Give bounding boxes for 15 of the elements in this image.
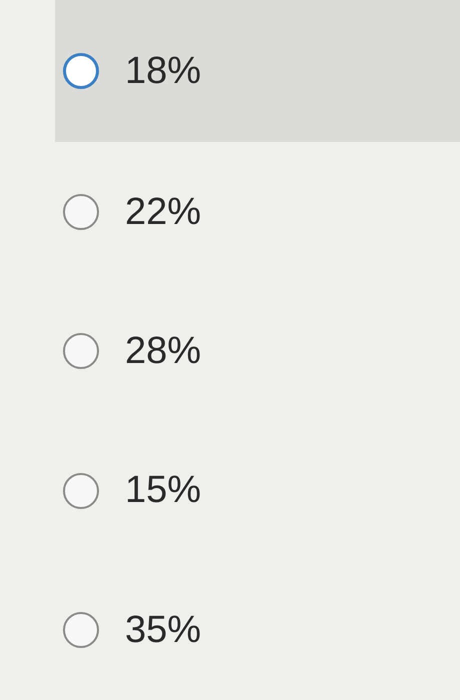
option-label: 15% bbox=[125, 469, 202, 512]
answer-option[interactable]: 18% bbox=[55, 0, 460, 142]
option-label: 28% bbox=[125, 330, 202, 373]
option-label: 35% bbox=[125, 608, 202, 652]
option-label: 18% bbox=[125, 50, 202, 93]
radio-button[interactable] bbox=[63, 333, 99, 370]
option-label: 22% bbox=[125, 190, 202, 234]
radio-button[interactable] bbox=[63, 612, 99, 648]
answer-option[interactable]: 22% bbox=[55, 142, 460, 282]
answer-option[interactable]: 15% bbox=[55, 421, 460, 561]
answer-option[interactable]: 28% bbox=[55, 282, 460, 422]
radio-button[interactable] bbox=[63, 194, 99, 230]
radio-button[interactable] bbox=[63, 53, 99, 90]
answer-option[interactable]: 35% bbox=[55, 560, 460, 700]
radio-button[interactable] bbox=[63, 472, 99, 509]
